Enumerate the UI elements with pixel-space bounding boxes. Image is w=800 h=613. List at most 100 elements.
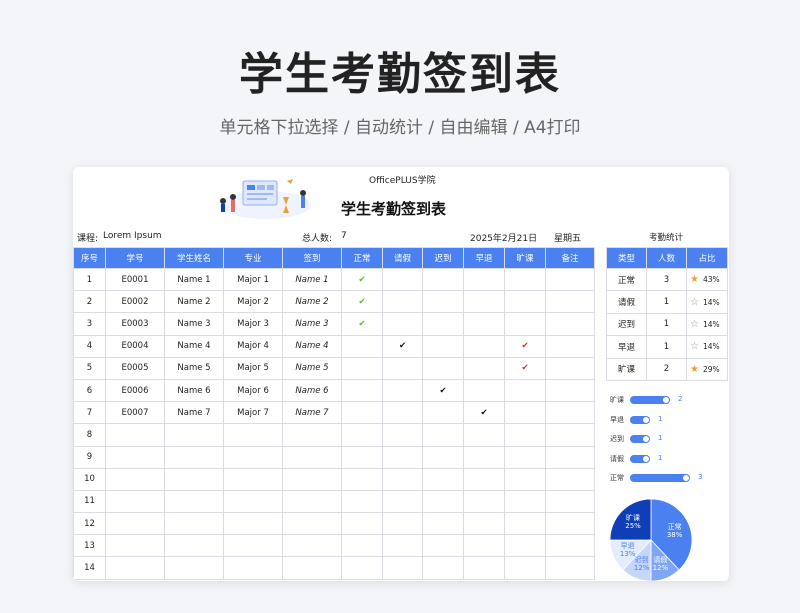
- cell-check[interactable]: [463, 267, 505, 292]
- date-value[interactable]: 2025年2月21日: [470, 231, 537, 244]
- cell-id[interactable]: [105, 467, 165, 491]
- cell-sign[interactable]: Name 6: [282, 378, 342, 403]
- cell-check[interactable]: [341, 534, 383, 558]
- cell-check[interactable]: [504, 290, 546, 314]
- cell-remark[interactable]: [545, 267, 595, 292]
- cell-check[interactable]: [341, 378, 383, 403]
- cell-check[interactable]: [422, 467, 464, 491]
- cell-check[interactable]: [422, 489, 464, 514]
- cell-name[interactable]: Name 7: [164, 401, 224, 425]
- cell-major[interactable]: [223, 489, 283, 514]
- cell-check[interactable]: ✔: [422, 378, 464, 403]
- cell-remark[interactable]: [545, 445, 595, 469]
- cell-check[interactable]: [341, 401, 383, 425]
- cell-check[interactable]: [504, 401, 546, 425]
- cell-check[interactable]: [422, 445, 464, 469]
- cell-check[interactable]: [463, 423, 505, 447]
- cell-check[interactable]: [504, 467, 546, 491]
- cell-name[interactable]: Name 1: [164, 267, 224, 292]
- cell-check[interactable]: [422, 334, 464, 358]
- cell-major[interactable]: [223, 534, 283, 558]
- cell-check[interactable]: [463, 489, 505, 514]
- cell-name[interactable]: Name 6: [164, 378, 224, 403]
- cell-check[interactable]: [422, 290, 464, 314]
- cell-check[interactable]: [382, 356, 423, 380]
- cell-sign[interactable]: [282, 423, 342, 447]
- cell-check[interactable]: ✔: [504, 356, 546, 380]
- cell-check[interactable]: [382, 445, 423, 469]
- cell-id[interactable]: [105, 445, 165, 469]
- cell-remark[interactable]: [545, 423, 595, 447]
- cell-remark[interactable]: [545, 378, 595, 403]
- cell-id[interactable]: [105, 534, 165, 558]
- cell-check[interactable]: [463, 556, 505, 580]
- cell-sign[interactable]: Name 3: [282, 312, 342, 336]
- cell-sign[interactable]: [282, 445, 342, 469]
- cell-major[interactable]: [223, 445, 283, 469]
- cell-check[interactable]: [463, 534, 505, 558]
- cell-check[interactable]: [382, 423, 423, 447]
- cell-check[interactable]: [341, 334, 383, 358]
- cell-check[interactable]: [422, 423, 464, 447]
- cell-check[interactable]: [341, 489, 383, 514]
- cell-check[interactable]: [382, 290, 423, 314]
- weekday-value[interactable]: 星期五: [554, 231, 581, 244]
- cell-check[interactable]: [463, 290, 505, 314]
- cell-check[interactable]: [382, 556, 423, 580]
- cell-name[interactable]: Name 4: [164, 334, 224, 358]
- cell-check[interactable]: [422, 356, 464, 380]
- cell-sign[interactable]: Name 4: [282, 334, 342, 358]
- cell-name[interactable]: [164, 489, 224, 514]
- cell-check[interactable]: [504, 423, 546, 447]
- cell-major[interactable]: [223, 423, 283, 447]
- cell-check[interactable]: [422, 401, 464, 425]
- course-value[interactable]: Lorem Ipsum: [103, 231, 162, 241]
- cell-remark[interactable]: [545, 356, 595, 380]
- cell-major[interactable]: Major 2: [223, 290, 283, 314]
- cell-check[interactable]: [382, 467, 423, 491]
- cell-id[interactable]: E0005: [105, 356, 165, 380]
- cell-major[interactable]: Major 6: [223, 378, 283, 403]
- cell-sign[interactable]: Name 5: [282, 356, 342, 380]
- cell-major[interactable]: Major 3: [223, 312, 283, 336]
- cell-name[interactable]: [164, 467, 224, 491]
- cell-check[interactable]: [341, 356, 383, 380]
- cell-remark[interactable]: [545, 556, 595, 580]
- cell-remark[interactable]: [545, 312, 595, 336]
- cell-id[interactable]: [105, 556, 165, 580]
- cell-remark[interactable]: [545, 489, 595, 514]
- cell-sign[interactable]: [282, 467, 342, 491]
- cell-check[interactable]: [422, 312, 464, 336]
- cell-id[interactable]: E0001: [105, 267, 165, 292]
- cell-check[interactable]: [382, 267, 423, 292]
- cell-check[interactable]: [463, 312, 505, 336]
- cell-name[interactable]: [164, 534, 224, 558]
- cell-check[interactable]: ✔: [341, 290, 383, 314]
- cell-check[interactable]: [382, 312, 423, 336]
- cell-name[interactable]: Name 3: [164, 312, 224, 336]
- cell-check[interactable]: [422, 512, 464, 536]
- cell-id[interactable]: E0003: [105, 312, 165, 336]
- cell-check[interactable]: [504, 512, 546, 536]
- cell-remark[interactable]: [545, 512, 595, 536]
- cell-check[interactable]: ✔: [463, 401, 505, 425]
- cell-name[interactable]: [164, 423, 224, 447]
- cell-sign[interactable]: Name 2: [282, 290, 342, 314]
- cell-remark[interactable]: [545, 290, 595, 314]
- total-value[interactable]: 7: [341, 231, 347, 241]
- cell-check[interactable]: [341, 467, 383, 491]
- cell-check[interactable]: [463, 445, 505, 469]
- cell-sign[interactable]: Name 1: [282, 267, 342, 292]
- cell-major[interactable]: Major 5: [223, 356, 283, 380]
- cell-id[interactable]: E0004: [105, 334, 165, 358]
- cell-id[interactable]: [105, 423, 165, 447]
- cell-id[interactable]: E0006: [105, 378, 165, 403]
- cell-check[interactable]: [422, 534, 464, 558]
- cell-id[interactable]: [105, 512, 165, 536]
- cell-check[interactable]: [504, 489, 546, 514]
- cell-major[interactable]: Major 7: [223, 401, 283, 425]
- cell-check[interactable]: [463, 356, 505, 380]
- cell-check[interactable]: [341, 556, 383, 580]
- cell-remark[interactable]: [545, 467, 595, 491]
- cell-check[interactable]: ✔: [382, 334, 423, 358]
